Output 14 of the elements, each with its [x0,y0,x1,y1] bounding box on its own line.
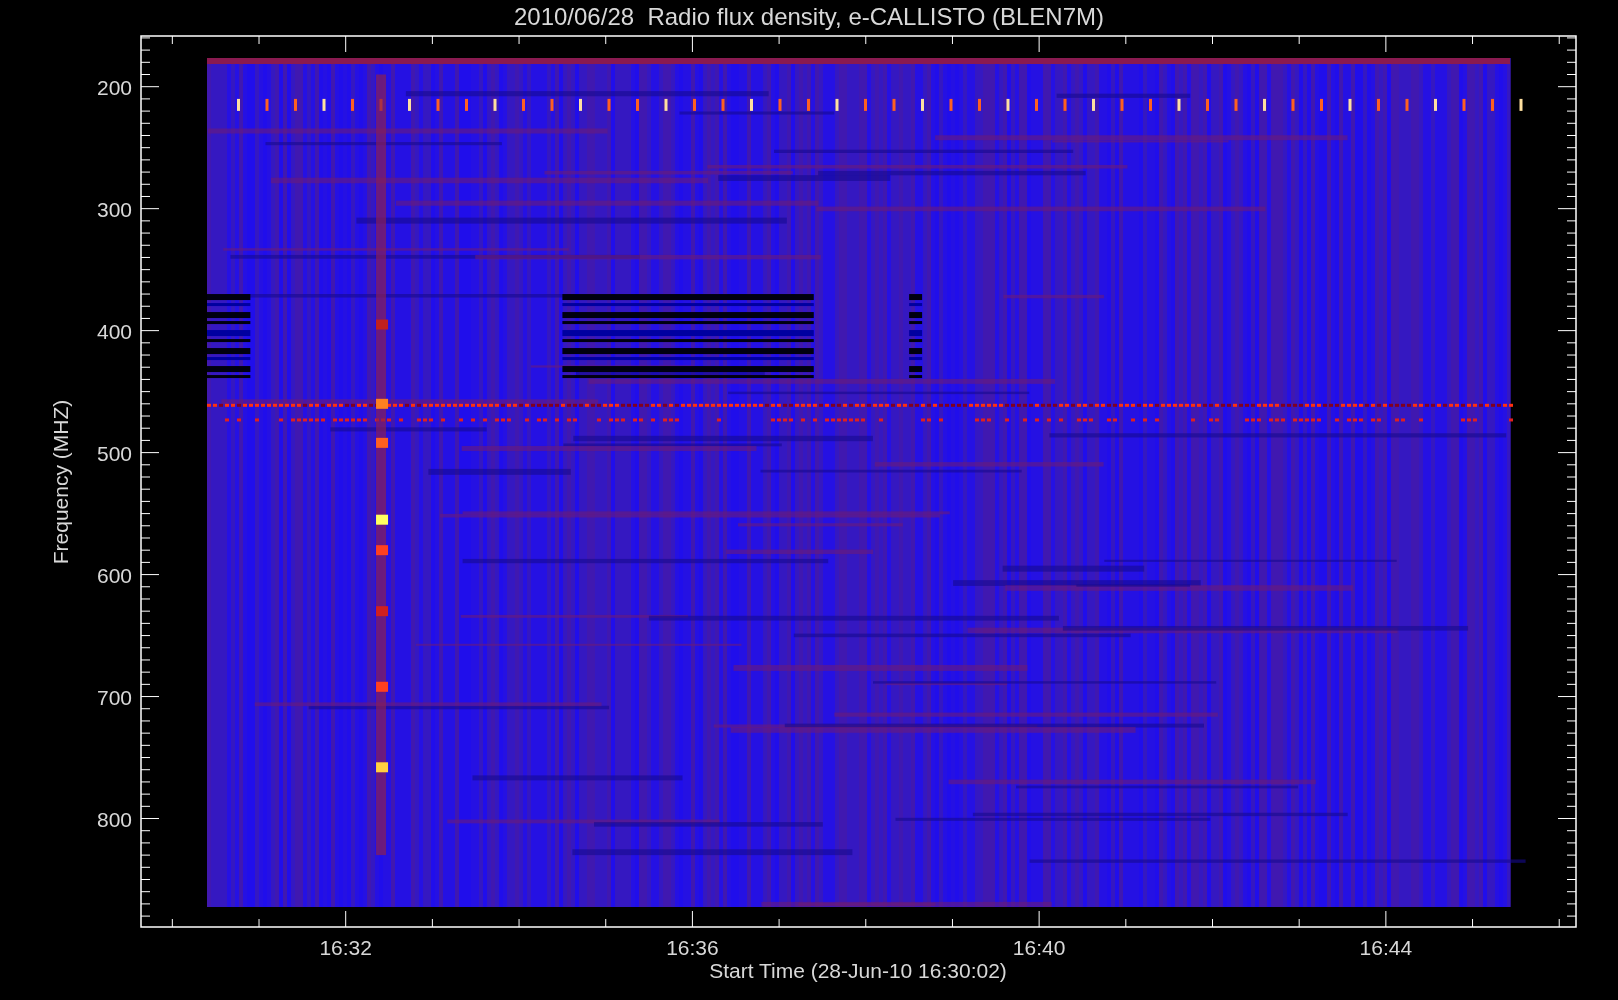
x-axis-title: Start Time (28-Jun-10 16:30:02) [709,959,1007,982]
axis-tick-label: 16:44 [1359,936,1413,959]
axis-tick-label: 500 [96,441,132,465]
y-axis-title: Frequency (MHZ) [49,399,72,565]
axis-tick-label: 800 [96,807,132,831]
axis-tick-label: 200 [96,75,132,99]
axis-tick-label: 700 [96,685,132,709]
axis-tick-label: 16:36 [666,936,719,959]
axis-tick-label: 600 [96,563,132,587]
axis-tick-label: 16:32 [319,936,372,959]
axis-tick-label: 16:40 [1012,936,1066,959]
axis-tick-label: 300 [96,197,132,221]
plot-title: 2010/06/28 Radio flux density, e-CALLISTO (BLEN7M) [513,3,1105,30]
axis-tick-label: 400 [96,319,132,343]
